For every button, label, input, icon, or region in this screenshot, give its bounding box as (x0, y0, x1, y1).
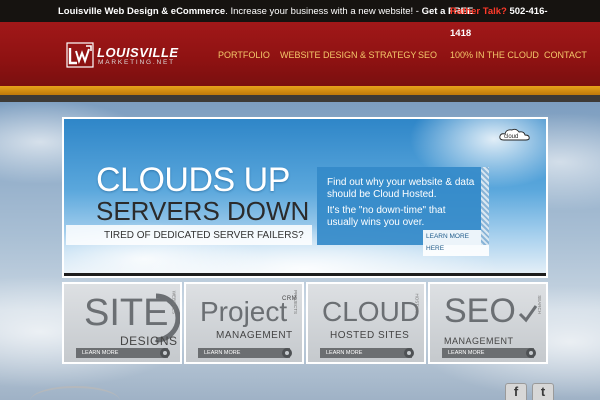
announcement-brand: Louisville Web Design & eCommerce (58, 6, 226, 17)
tile-seo-management[interactable]: SEO MANAGEMENT SEARCH LEARN MORE (428, 282, 548, 364)
hero-tagline-bar: TIRED OF DEDICATED SERVER FAILERS? (66, 225, 312, 245)
tile-subtitle: MANAGEMENT (216, 330, 293, 341)
twitter-icon[interactable]: t (532, 383, 554, 400)
tile-subtitle: DESIGNS (120, 334, 178, 348)
service-tiles: SITE DESIGNS WEBSITES LEARN MORE Project… (62, 282, 548, 364)
nav-item-contact[interactable]: CONTACT (544, 50, 587, 60)
announcement-bar: Louisville Web Design & eCommerce. Incre… (0, 0, 600, 22)
phone-number-part2[interactable]: 1418 (450, 28, 471, 39)
learn-more-button[interactable]: LEARN MORE HERE (423, 230, 489, 256)
tile-subtitle: MANAGEMENT (444, 336, 514, 346)
hero-box-stripe (481, 167, 489, 245)
hero-info-box: Find out why your website & data should … (317, 167, 489, 256)
phone-number-part1: 502-416- (506, 6, 548, 17)
tile-learn-more[interactable]: LEARN MORE (198, 348, 290, 358)
header-dark-stripe (0, 95, 600, 102)
announcement-text: Louisville Web Design & eCommerce. Incre… (58, 6, 473, 17)
nav-item-portfolio[interactable]: PORTFOLIO (218, 50, 270, 60)
tile-side-label: PROJECTS (293, 289, 298, 314)
tile-site-designs[interactable]: SITE DESIGNS WEBSITES LEARN MORE (62, 282, 182, 364)
tile-side-label: WEBSITES (171, 290, 176, 314)
announcement-message: . Increase your business with a new webs… (225, 6, 422, 17)
tile-title: CLOUD (322, 296, 421, 327)
checkmark-icon (518, 305, 538, 323)
tile-learn-more[interactable]: LEARN MORE (320, 348, 412, 358)
hero-headline-1: CLOUDS UP (96, 161, 290, 199)
logo-name: LOUISVILLE (97, 45, 179, 60)
cloud-logo-text: cloud (504, 134, 518, 140)
phone-contact[interactable]: Rather Talk? 502-416- (450, 6, 548, 17)
tile-go-icon[interactable] (404, 348, 414, 358)
logo-mark-icon (66, 42, 94, 68)
tile-cloud-hosting[interactable]: CLOUD HOSTED SITES HOSTING LEARN MORE (306, 282, 426, 364)
hero-info-text-1: Find out why your website & data should … (327, 177, 475, 200)
tile-go-icon[interactable] (526, 348, 536, 358)
tile-side-label: SEARCH (537, 295, 542, 314)
facebook-icon[interactable]: f (505, 383, 527, 400)
tile-go-icon[interactable] (160, 348, 170, 358)
rather-talk-label: Rather Talk? (450, 6, 507, 17)
header-gold-stripe (0, 86, 600, 95)
cloud-logo-icon: cloud (499, 128, 530, 141)
site-header: LOUISVILLE MARKETING.NET PORTFOLIO WEBSI… (0, 22, 600, 102)
hero-tagline: TIRED OF DEDICATED SERVER FAILERS? (104, 230, 304, 241)
hero-banner[interactable]: cloud CLOUDS UP SERVERS DOWN TIRED OF DE… (62, 117, 548, 278)
hero-info-text-2: It's the "no down-time" that usually win… (327, 205, 446, 228)
tile-learn-more[interactable]: LEARN MORE (76, 348, 168, 358)
tile-project-management[interactable]: Project CRM MANAGEMENT PROJECTS LEARN MO… (184, 282, 304, 364)
tile-title: Project (200, 296, 288, 327)
hero-bottom-edge (64, 273, 546, 276)
tile-subtitle: HOSTED SITES (330, 330, 410, 341)
nav-item-cloud[interactable]: 100% IN THE CLOUD (450, 50, 539, 60)
tile-title: SEO (444, 292, 516, 330)
nav-item-website-design[interactable]: WEBSITE DESIGN & STRATEGY (280, 50, 416, 60)
site-logo[interactable]: LOUISVILLE MARKETING.NET (66, 42, 179, 68)
hero-headline-2: SERVERS DOWN (96, 196, 310, 226)
tile-go-icon[interactable] (282, 348, 292, 358)
logo-subtitle: MARKETING.NET (98, 59, 175, 66)
tile-side-label: HOSTING (415, 293, 420, 314)
nav-item-seo[interactable]: SEO (418, 50, 437, 60)
tile-learn-more[interactable]: LEARN MORE (442, 348, 534, 358)
